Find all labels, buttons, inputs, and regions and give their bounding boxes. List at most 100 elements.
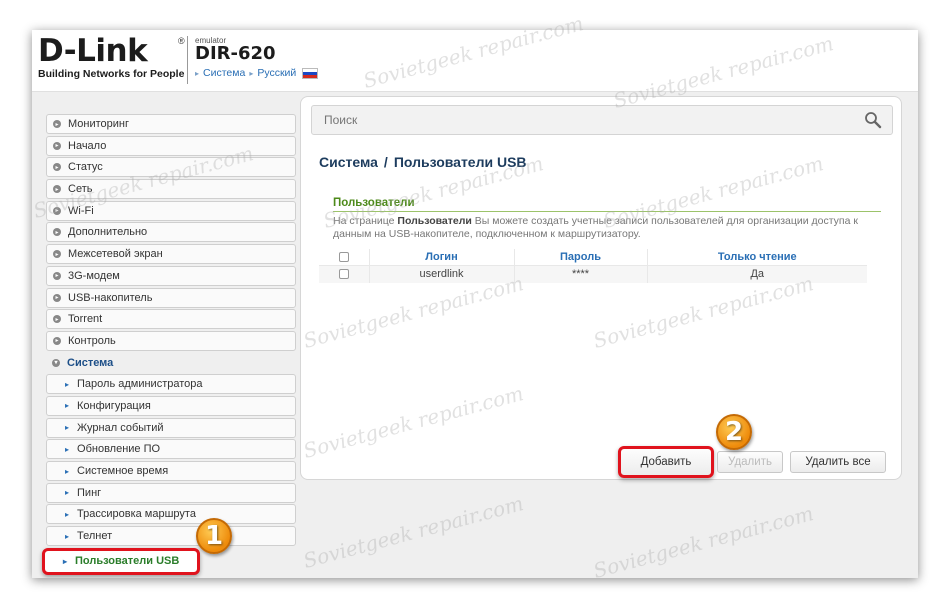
cell-readonly: Да	[647, 264, 867, 283]
sidebar-item-label: Пароль администратора	[77, 378, 203, 391]
sidebar-item-label: Сеть	[68, 183, 93, 196]
chevron-right-icon: ▸	[53, 250, 61, 259]
sidebar-item-label: Дополнительно	[68, 226, 148, 239]
step-2-badge: 2	[716, 414, 752, 450]
sidebar-item-label: Система	[67, 356, 114, 369]
russian-flag-icon[interactable]	[302, 67, 319, 79]
step-1-badge: 1	[196, 518, 232, 554]
sidebar-item-label: Трассировка маршрута	[77, 508, 196, 521]
add-button[interactable]: Добавить	[618, 446, 714, 478]
page-title-separator: /	[383, 154, 388, 170]
sidebar-item-20[interactable]: ▸ Пользователи USB	[42, 547, 200, 575]
arrow-right-icon: ▸	[65, 444, 70, 454]
sidebar-item-label: Журнал событий	[77, 421, 164, 434]
select-all-checkbox[interactable]	[338, 251, 349, 262]
arrow-right-icon: ▸	[65, 401, 70, 411]
sidebar-item-label: Статус	[68, 161, 103, 174]
content-panel: Система / Пользователи USB Пользователи На…	[300, 96, 902, 480]
delete-button[interactable]: Удалить	[717, 451, 783, 473]
cell-login: userdlink	[369, 264, 515, 283]
sidebar-item-17[interactable]: ▸ Пинг	[46, 482, 296, 503]
sidebar-item-5[interactable]: ▸ Дополнительно	[46, 222, 296, 243]
sidebar-item-label: Контроль	[68, 334, 116, 347]
sidebar-item-7[interactable]: ▸ 3G-модем	[46, 265, 296, 286]
sidebar-item-label: Пользователи USB	[75, 555, 180, 568]
sidebar-item-label: 3G-модем	[68, 269, 120, 282]
col-login[interactable]: Логин	[369, 249, 515, 265]
chevron-right-icon: ▸	[53, 120, 61, 128]
page-title-page: Пользователи USB	[393, 154, 527, 170]
sidebar-item-13[interactable]: ▸ Конфигурация	[46, 395, 296, 416]
chevron-right-icon: ▸	[53, 163, 61, 172]
sidebar-item-label: Системное время	[77, 465, 169, 477]
sidebar-item-15[interactable]: ▸ Обновление ПО	[46, 439, 296, 460]
sidebar-item-10[interactable]: ▸ Контроль	[46, 330, 296, 351]
col-readonly[interactable]: Только чтение	[647, 249, 867, 265]
chevron-right-icon: ▸	[53, 293, 61, 302]
arrow-right-icon: ▸	[65, 466, 70, 476]
search-input[interactable]	[312, 106, 892, 134]
sidebar-item-1[interactable]: ▸ Начало	[46, 135, 296, 156]
chevron-right-icon: ▸	[53, 228, 61, 237]
sidebar-item-14[interactable]: ▸ Журнал событий	[46, 417, 296, 438]
chevron-right-icon: ▸	[53, 185, 61, 194]
chevron-right-icon: ▸	[53, 141, 61, 150]
arrow-right-icon: ▸	[65, 423, 70, 433]
sidebar-item-18[interactable]: ▸ Трассировка маршрута	[46, 504, 296, 525]
sidebar-item-4[interactable]: ▸ Wi-Fi	[46, 200, 296, 221]
arrow-right-icon: ▸	[65, 488, 70, 498]
sidebar-item-label: Обновление ПО	[77, 443, 161, 456]
breadcrumb-arrow-icon: ▸	[195, 68, 200, 78]
arrow-right-icon: ▸	[63, 556, 68, 566]
chevron-down-icon: ▾	[52, 358, 60, 367]
brand-name: D-Link	[38, 33, 148, 69]
sidebar-item-3[interactable]: ▸ Сеть	[46, 179, 296, 200]
breadcrumb-system[interactable]: Система	[203, 67, 245, 79]
sidebar-item-label: Конфигурация	[77, 399, 151, 412]
select-all-cell	[319, 249, 370, 265]
action-buttons: Добавить Удалить Удалить все	[618, 446, 886, 478]
section-title: Пользователи	[333, 197, 881, 212]
sidebar-item-label: Мониторинг	[68, 118, 130, 130]
sidebar-item-9[interactable]: ▸ Torrent	[46, 309, 296, 330]
sidebar-item-11[interactable]: ▾ Система	[46, 353, 296, 373]
search-icon[interactable]	[864, 111, 882, 129]
delete-all-button[interactable]: Удалить все	[790, 451, 886, 473]
router-window: D-Link ® Building Networks for People em…	[32, 30, 918, 578]
breadcrumb: ▸ Система ▸ Русский	[195, 67, 319, 79]
sidebar-item-16[interactable]: ▸ Системное время	[46, 461, 296, 481]
desc-prefix: На странице	[333, 215, 398, 227]
sidebar-item-label: Torrent	[68, 313, 103, 326]
sidebar-item-19[interactable]: ▸ Телнет	[46, 526, 296, 547]
sidebar-item-label: USB-накопитель	[68, 291, 153, 304]
sidebar-item-label: Начало	[68, 139, 107, 152]
brand-tagline: Building Networks for People	[38, 68, 185, 80]
sidebar-item-2[interactable]: ▸ Статус	[46, 157, 296, 178]
table-header-row: Логин Пароль Только чтение	[319, 249, 867, 265]
chevron-right-icon: ▸	[53, 271, 61, 280]
sidebar-item-0[interactable]: ▸ Мониторинг	[46, 114, 296, 134]
sidebar-item-label: Пинг	[77, 486, 102, 499]
sidebar-item-8[interactable]: ▸ USB-накопитель	[46, 287, 296, 308]
arrow-right-icon: ▸	[65, 379, 70, 389]
header-divider	[187, 36, 188, 84]
row-checkbox-cell	[319, 264, 370, 283]
chevron-right-icon: ▸	[53, 315, 61, 324]
row-checkbox[interactable]	[338, 269, 349, 280]
desc-bold: Пользователи	[397, 215, 472, 227]
cell-password: ****	[514, 264, 648, 283]
arrow-right-icon: ▸	[65, 509, 70, 519]
page-title-section: Система	[319, 154, 378, 170]
sidebar-item-label: Межсетевой экран	[68, 248, 163, 261]
search-box	[311, 105, 893, 135]
page-title: Система / Пользователи USB	[319, 154, 527, 170]
sidebar-item-6[interactable]: ▸ Межсетевой экран	[46, 244, 296, 265]
sidebar-item-label: Wi-Fi	[68, 204, 94, 217]
table-row[interactable]: userdlink **** Да	[319, 264, 867, 283]
sidebar-menu: ▸ Мониторинг ▸ Начало ▸ Статус ▸ Сеть ▸ Wi-Fi ▸ Доп…	[42, 114, 296, 576]
col-password[interactable]: Пароль	[514, 249, 648, 265]
registered-mark: ®	[178, 36, 185, 46]
model-name: DIR-620	[195, 43, 276, 64]
sidebar-item-12[interactable]: ▸ Пароль администратора	[46, 374, 296, 395]
language-selector[interactable]: Русский	[257, 67, 296, 79]
